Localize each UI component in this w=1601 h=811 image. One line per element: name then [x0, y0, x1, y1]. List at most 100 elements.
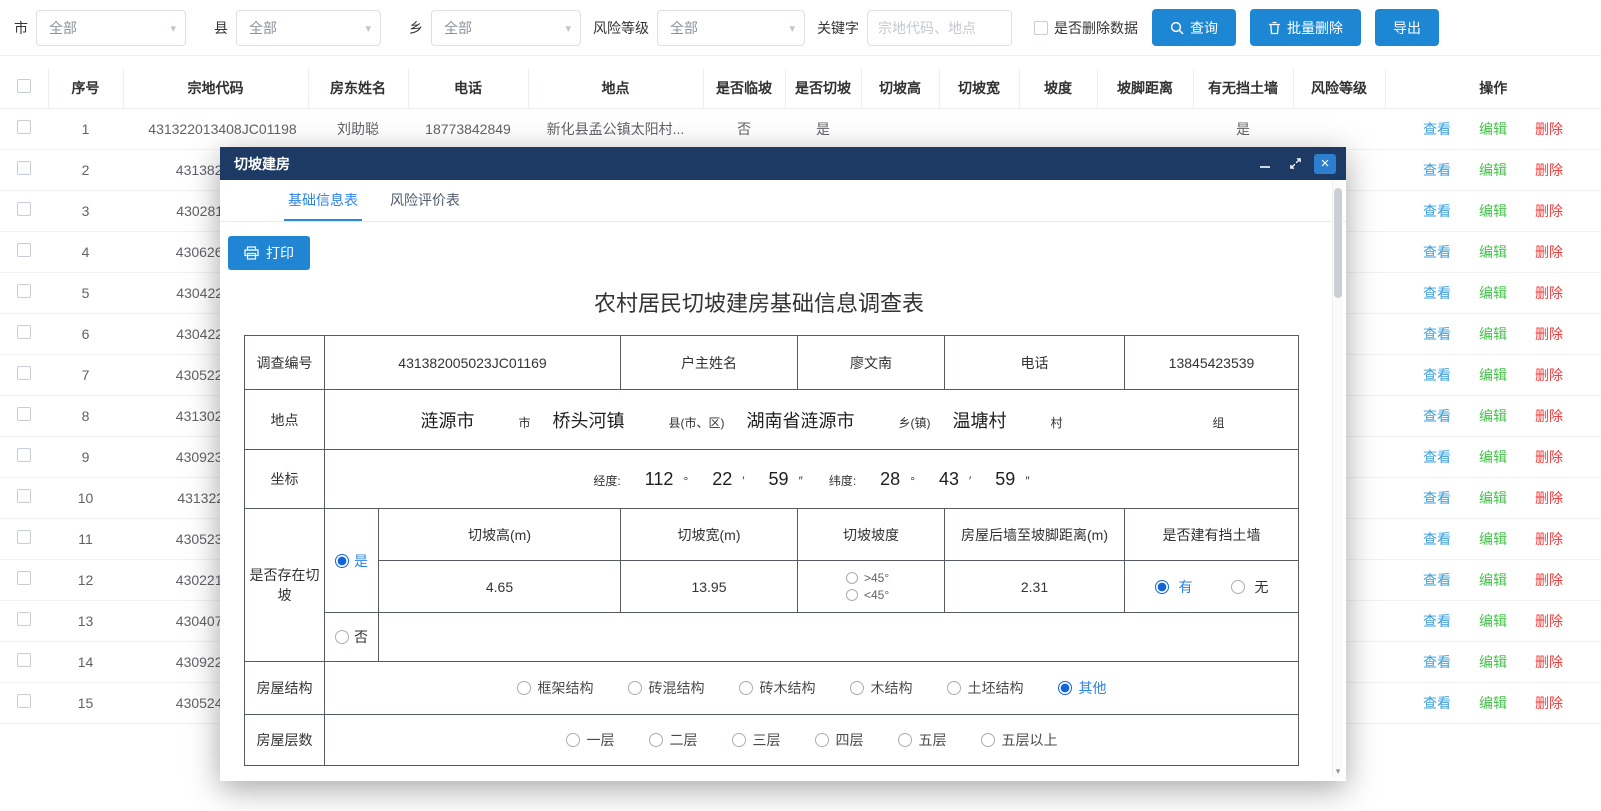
view-link[interactable]: 查看	[1423, 531, 1451, 547]
view-link[interactable]: 查看	[1423, 367, 1451, 383]
radio-grade-gt45-icon[interactable]	[846, 572, 858, 584]
edit-link[interactable]: 编辑	[1479, 654, 1507, 670]
structure-option-frame[interactable]: 框架结构	[517, 678, 594, 698]
town-select[interactable]: 全部 ▾	[431, 10, 581, 46]
view-link[interactable]: 查看	[1423, 408, 1451, 424]
batch-delete-button[interactable]: 批量删除	[1250, 9, 1361, 46]
edit-link[interactable]: 编辑	[1479, 326, 1507, 342]
edit-link[interactable]: 编辑	[1479, 408, 1507, 424]
radio-wall-no-icon[interactable]	[1231, 580, 1245, 594]
view-link[interactable]: 查看	[1423, 654, 1451, 670]
row-checkbox[interactable]	[17, 448, 31, 462]
row-checkbox[interactable]	[17, 694, 31, 708]
row-checkbox[interactable]	[17, 161, 31, 175]
row-checkbox[interactable]	[17, 120, 31, 134]
scrollbar-thumb[interactable]	[1334, 188, 1342, 298]
export-button[interactable]: 导出	[1375, 9, 1439, 46]
view-link[interactable]: 查看	[1423, 326, 1451, 342]
structure-option-brick-wood[interactable]: 砖木结构	[739, 678, 816, 698]
edit-link[interactable]: 编辑	[1479, 531, 1507, 547]
row-checkbox[interactable]	[17, 243, 31, 257]
delete-link[interactable]: 删除	[1535, 695, 1563, 711]
view-link[interactable]: 查看	[1423, 695, 1451, 711]
scroll-down-icon[interactable]: ▾	[1333, 764, 1343, 778]
row-checkbox[interactable]	[17, 407, 31, 421]
floors-option-4[interactable]: 四层	[815, 730, 864, 750]
delete-link[interactable]: 删除	[1535, 531, 1563, 547]
radio-no-icon[interactable]	[335, 630, 349, 644]
row-checkbox[interactable]	[17, 366, 31, 380]
edit-link[interactable]: 编辑	[1479, 572, 1507, 588]
delete-link[interactable]: 删除	[1535, 326, 1563, 342]
row-checkbox[interactable]	[17, 202, 31, 216]
city-select[interactable]: 全部 ▾	[36, 10, 186, 46]
edit-link[interactable]: 编辑	[1479, 490, 1507, 506]
keyword-input[interactable]	[867, 10, 1012, 46]
radio-yes-icon[interactable]	[335, 554, 349, 568]
view-link[interactable]: 查看	[1423, 203, 1451, 219]
view-link[interactable]: 查看	[1423, 572, 1451, 588]
delete-link[interactable]: 删除	[1535, 121, 1563, 137]
view-link[interactable]: 查看	[1423, 285, 1451, 301]
row-checkbox[interactable]	[17, 530, 31, 544]
cell-actions: 查看 编辑 删除	[1385, 354, 1601, 395]
print-button[interactable]: 打印	[228, 236, 310, 270]
edit-link[interactable]: 编辑	[1479, 244, 1507, 260]
floors-option-1[interactable]: 一层	[566, 730, 615, 750]
structure-option-wood[interactable]: 木结构	[850, 678, 913, 698]
location-group-unit: 组	[1213, 414, 1225, 431]
modal-header[interactable]: 切坡建房 ×	[220, 147, 1346, 180]
delete-link[interactable]: 删除	[1535, 613, 1563, 629]
delete-link[interactable]: 删除	[1535, 654, 1563, 670]
delete-link[interactable]: 删除	[1535, 162, 1563, 178]
view-link[interactable]: 查看	[1423, 244, 1451, 260]
view-link[interactable]: 查看	[1423, 613, 1451, 629]
delete-link[interactable]: 删除	[1535, 285, 1563, 301]
delete-link[interactable]: 删除	[1535, 244, 1563, 260]
delete-link[interactable]: 删除	[1535, 367, 1563, 383]
view-link[interactable]: 查看	[1423, 121, 1451, 137]
view-link[interactable]: 查看	[1423, 162, 1451, 178]
row-checkbox[interactable]	[17, 489, 31, 503]
edit-link[interactable]: 编辑	[1479, 695, 1507, 711]
select-all-checkbox[interactable]	[17, 79, 31, 93]
delete-link[interactable]: 删除	[1535, 490, 1563, 506]
minimize-button[interactable]	[1254, 154, 1276, 174]
view-link[interactable]: 查看	[1423, 490, 1451, 506]
delete-link[interactable]: 删除	[1535, 572, 1563, 588]
close-button[interactable]: ×	[1314, 154, 1336, 174]
floors-option-5[interactable]: 五层	[898, 730, 947, 750]
floors-option-2[interactable]: 二层	[649, 730, 698, 750]
row-checkbox[interactable]	[17, 571, 31, 585]
radio-grade-lt45-icon[interactable]	[846, 589, 858, 601]
view-link[interactable]: 查看	[1423, 449, 1451, 465]
query-button[interactable]: 查询	[1152, 9, 1236, 46]
row-checkbox[interactable]	[17, 653, 31, 667]
radio-wall-yes-icon[interactable]	[1155, 580, 1169, 594]
edit-link[interactable]: 编辑	[1479, 203, 1507, 219]
edit-link[interactable]: 编辑	[1479, 367, 1507, 383]
edit-link[interactable]: 编辑	[1479, 121, 1507, 137]
maximize-button[interactable]	[1284, 154, 1306, 174]
cut-slope-yes-cell: 是	[325, 509, 379, 613]
floors-option-3[interactable]: 三层	[732, 730, 781, 750]
row-checkbox[interactable]	[17, 325, 31, 339]
edit-link[interactable]: 编辑	[1479, 162, 1507, 178]
structure-option-brick-concrete[interactable]: 砖混结构	[628, 678, 705, 698]
floors-option-5plus[interactable]: 五层以上	[981, 730, 1058, 750]
delete-link[interactable]: 删除	[1535, 449, 1563, 465]
delete-link[interactable]: 删除	[1535, 408, 1563, 424]
risk-select[interactable]: 全部 ▾	[657, 10, 805, 46]
edit-link[interactable]: 编辑	[1479, 285, 1507, 301]
delete-link[interactable]: 删除	[1535, 203, 1563, 219]
structure-option-adobe[interactable]: 土坯结构	[947, 678, 1024, 698]
edit-link[interactable]: 编辑	[1479, 449, 1507, 465]
county-select[interactable]: 全部 ▾	[236, 10, 381, 46]
tab-basic-info[interactable]: 基础信息表	[284, 180, 362, 221]
row-checkbox[interactable]	[17, 612, 31, 626]
tab-risk-evaluation[interactable]: 风险评价表	[386, 180, 464, 221]
edit-link[interactable]: 编辑	[1479, 613, 1507, 629]
structure-option-other[interactable]: 其他	[1058, 678, 1107, 698]
row-checkbox[interactable]	[17, 284, 31, 298]
deleted-data-checkbox[interactable]	[1034, 21, 1048, 35]
